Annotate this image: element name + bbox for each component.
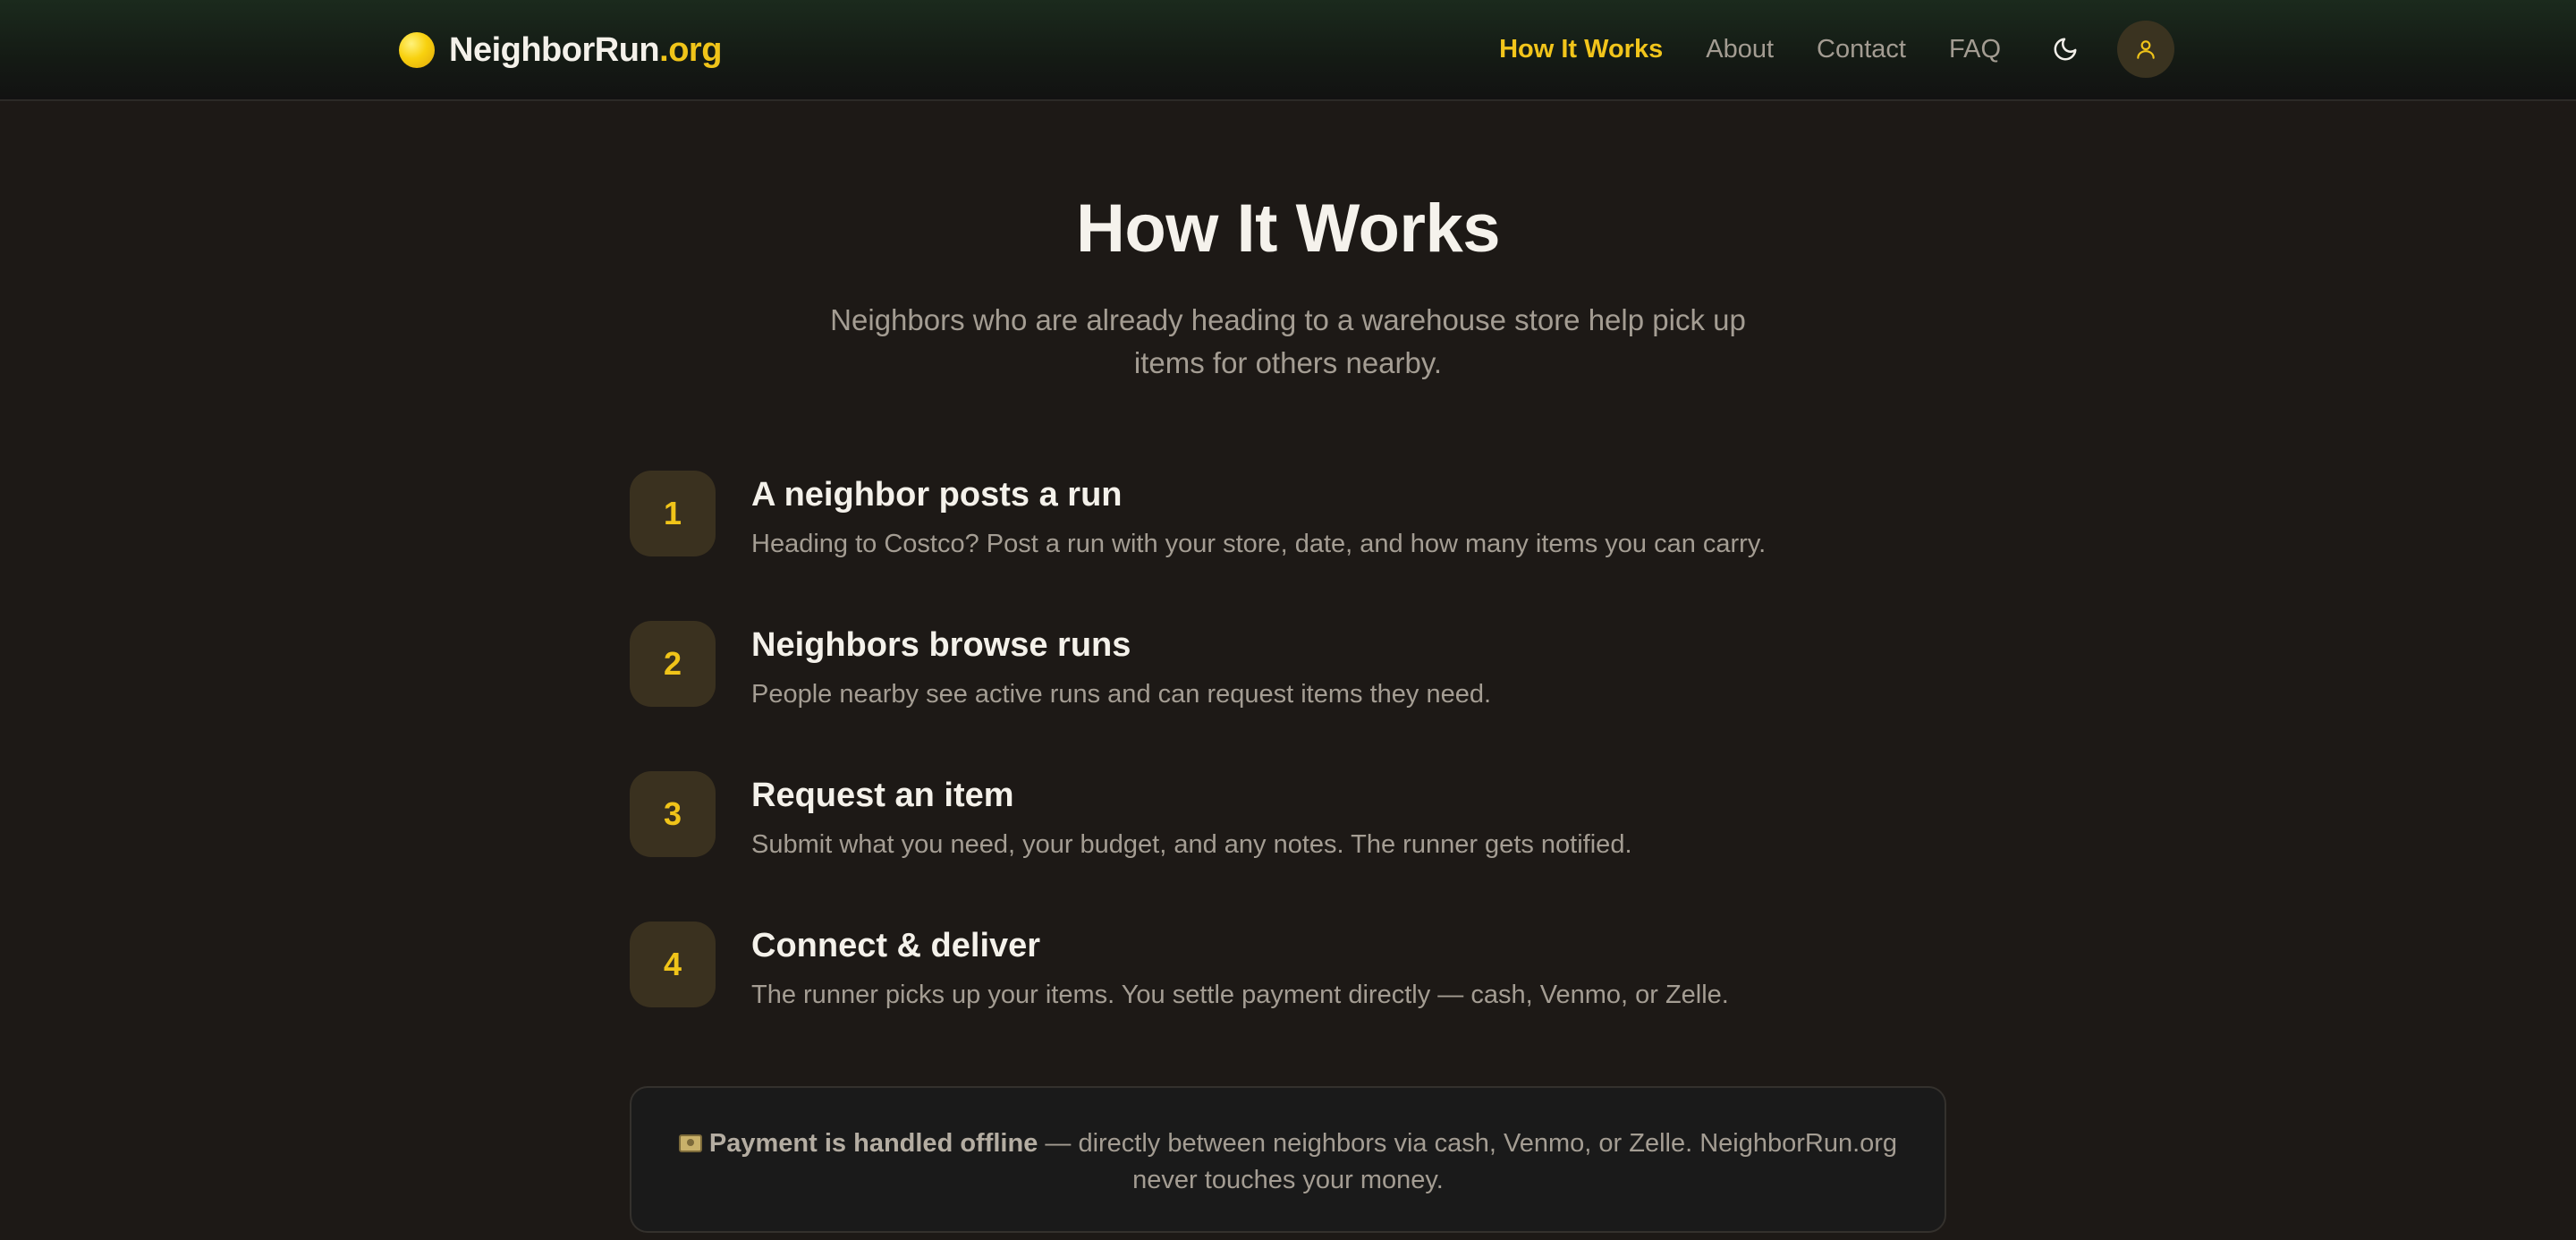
payment-note-heading: Payment is handled offline <box>708 1129 1038 1158</box>
top-navbar: NeighborRun.org How It Works About Conta… <box>0 0 2576 101</box>
money-icon <box>678 1134 702 1152</box>
main-nav: How It Works About Contact FAQ <box>1499 20 2174 79</box>
nav-link-contact[interactable]: Contact <box>1817 35 1906 64</box>
brand-name: NeighborRun.org <box>449 31 722 70</box>
payment-note-text: — directly between neighbors via cash, V… <box>1038 1129 1898 1194</box>
user-icon <box>2137 40 2155 59</box>
step-description: Heading to Costco? Post a run with your … <box>751 530 1767 558</box>
brand-logo[interactable]: NeighborRun.org <box>399 27 722 73</box>
theme-toggle-button[interactable] <box>2047 31 2083 67</box>
moon-icon <box>2054 38 2077 61</box>
step-number-badge: 3 <box>630 771 716 857</box>
step-number-badge: 4 <box>630 922 716 1007</box>
nav-link-faq[interactable]: FAQ <box>1949 35 2001 64</box>
nav-link-about[interactable]: About <box>1706 35 1774 64</box>
step-number-badge: 2 <box>630 621 716 707</box>
logo-dot-icon <box>399 32 435 68</box>
step-description: The runner picks up your items. You sett… <box>751 981 1729 1009</box>
nav-link-how-it-works[interactable]: How It Works <box>1499 35 1663 64</box>
page-subtitle: Neighbors who are already heading to a w… <box>830 303 1746 379</box>
step-item: 1 A neighbor posts a run Heading to Cost… <box>630 471 1946 621</box>
page-title: How It Works <box>1076 191 1500 267</box>
step-description: Submit what you need, your budget, and a… <box>751 830 1632 859</box>
step-title: A neighbor posts a run <box>751 476 1123 514</box>
step-description: People nearby see active runs and can re… <box>751 680 1492 709</box>
user-account-button[interactable] <box>2117 21 2174 78</box>
step-item: 3 Request an item Submit what you need, … <box>630 771 1946 922</box>
brand-name-tld: .org <box>659 30 722 69</box>
step-item: 4 Connect & deliver The runner picks up … <box>630 922 1946 1072</box>
step-title: Connect & deliver <box>751 927 1041 964</box>
brand-name-main: NeighborRun <box>449 30 660 69</box>
step-title: Request an item <box>751 777 1014 814</box>
step-item: 2 Neighbors browse runs People nearby se… <box>630 621 1946 771</box>
step-number-badge: 1 <box>630 471 716 556</box>
payment-note: Payment is handled offline — directly be… <box>630 1086 1946 1233</box>
steps-list: 1 A neighbor posts a run Heading to Cost… <box>630 471 1946 1072</box>
step-title: Neighbors browse runs <box>751 626 1131 664</box>
